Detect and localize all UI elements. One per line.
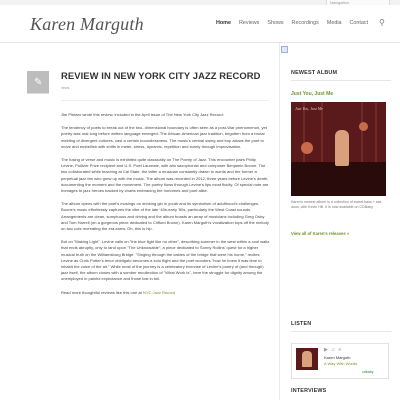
widget-divider bbox=[291, 80, 391, 81]
nav-item-reviews[interactable]: Reviews bbox=[239, 20, 259, 26]
nav-item-recordings[interactable]: Recordings bbox=[292, 20, 319, 26]
album-title-link[interactable]: Just You, Just Me bbox=[291, 91, 333, 97]
cdbaby-logo[interactable]: cdbaby bbox=[362, 370, 374, 374]
player-album-art bbox=[296, 348, 318, 370]
paragraph: The tendency of poets to break out of th… bbox=[61, 125, 267, 149]
widget-divider bbox=[291, 331, 391, 332]
read-more-paragraph: Read more thoughtful reviews like this o… bbox=[61, 290, 270, 296]
album-caption: Karen's newest album is a collection of … bbox=[291, 200, 382, 210]
album-cover-image[interactable]: Just You, Just Me bbox=[291, 102, 386, 196]
newest-album-heading: NEWEST ALBUM bbox=[291, 70, 338, 76]
paragraph: Jim Pietaro wrote this review, included … bbox=[61, 112, 224, 117]
paragraph: The fusing of verse and music is exhibit… bbox=[61, 157, 269, 194]
nav-item-contact[interactable]: Contact bbox=[350, 20, 369, 26]
nav-item-shows[interactable]: Shows bbox=[267, 20, 283, 26]
post-format-icon: ✎ bbox=[27, 71, 49, 93]
post-title[interactable]: REVIEW IN NEW YORK CITY JAZZ RECORD bbox=[61, 70, 261, 81]
post-content: Jim Pietaro wrote this review, included … bbox=[61, 112, 270, 303]
newest-album-widget: NEWEST ALBUM bbox=[291, 70, 391, 81]
listen-heading: LISTEN bbox=[291, 321, 312, 327]
post-icon-separator bbox=[27, 93, 49, 94]
post-meta-category[interactable]: news bbox=[61, 86, 69, 90]
main-nav: Home Reviews Shows Recordings Media Cont… bbox=[216, 20, 376, 26]
broken-image-icon bbox=[281, 46, 288, 53]
album-cover-title: Just You, Just Me bbox=[295, 106, 323, 111]
site-logo[interactable]: Karen Marguth bbox=[30, 14, 144, 35]
interviews-widget: INTERVIEWS bbox=[291, 388, 391, 394]
view-all-releases-link[interactable]: View all of Karen's releases » bbox=[291, 231, 349, 236]
title-divider bbox=[61, 100, 269, 101]
listen-widget: LISTEN bbox=[291, 321, 391, 332]
site-header: Karen Marguth Home Reviews Shows Recordi… bbox=[0, 5, 400, 43]
paragraph: But on "Making Light", Levine calls on "… bbox=[61, 239, 270, 282]
nav-item-media[interactable]: Media bbox=[327, 20, 342, 26]
nav-item-home[interactable]: Home bbox=[216, 20, 231, 26]
read-more-text: Read more thoughtful reviews like this o… bbox=[61, 289, 143, 295]
search-icon[interactable]: ⚲ bbox=[379, 18, 385, 27]
player-controls[interactable]: ▶ ♫ ≡ bbox=[324, 347, 342, 353]
nyc-jazz-record-link[interactable]: NYC Jazz Record bbox=[143, 290, 175, 295]
sidebar-divider bbox=[279, 43, 280, 400]
interviews-heading: INTERVIEWS bbox=[291, 388, 327, 394]
pencil-icon: ✎ bbox=[34, 77, 43, 88]
cdbaby-player[interactable]: ▶ ♫ ≡ Karen Marguth A Way With Words cdb… bbox=[291, 343, 389, 379]
player-artist: Karen Marguth bbox=[324, 355, 351, 360]
paragraph: The album opens with the poet's musings … bbox=[61, 201, 269, 232]
player-album-link[interactable]: A Way With Words bbox=[324, 361, 357, 366]
